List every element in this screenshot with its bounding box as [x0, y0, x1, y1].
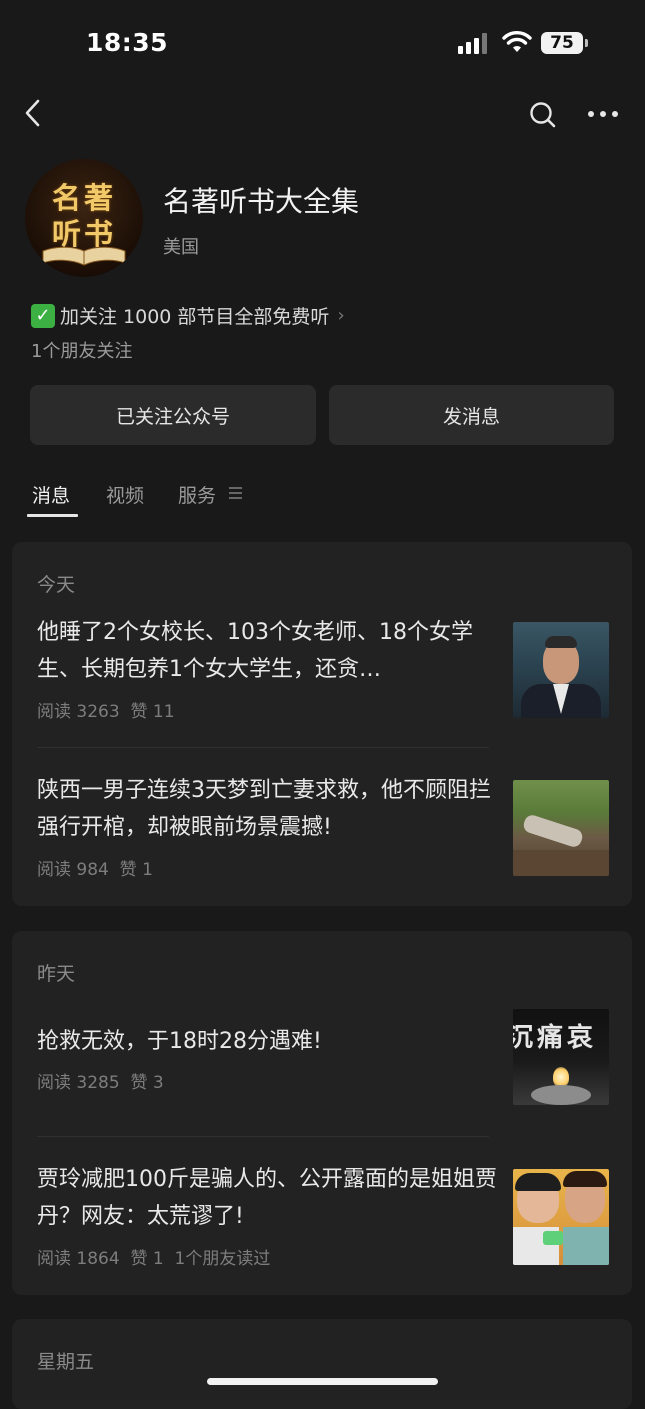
back-arrow-icon[interactable] — [22, 98, 44, 128]
read-count: 阅读 984 — [37, 860, 109, 880]
wifi-icon — [502, 31, 532, 52]
article-thumbnail: 沉痛哀 — [513, 1009, 609, 1105]
followed-button[interactable]: 已关注公众号 — [30, 385, 316, 445]
article-item[interactable]: 陕西一男子连续3天梦到亡妻求救，他不顾阻拦强行开棺，却被眼前场景震撼! 阅读 9… — [12, 770, 632, 885]
search-icon[interactable] — [528, 100, 558, 130]
message-group-today: 今天 他睡了2个女校长、103个女老师、18个女学生、长期包养1个女大学生，还贪… — [12, 542, 632, 906]
cellular-signal-icon — [458, 32, 490, 54]
article-item[interactable]: 他睡了2个女校长、103个女老师、18个女学生、长期包养1个女大学生，还贪… 阅… — [12, 612, 632, 727]
more-options-icon[interactable] — [587, 108, 619, 120]
date-label: 今天 — [37, 574, 76, 596]
tab-services[interactable]: 服务 — [178, 481, 216, 508]
article-meta: 阅读 3263 赞 11 — [37, 697, 175, 722]
open-book-icon — [42, 246, 126, 266]
article-item[interactable]: 贾玲减肥100斤是骗人的、公开露面的是姐姐贾丹？网友：太荒谬了! 阅读 1864… — [12, 1159, 632, 1274]
status-time: 18:35 — [86, 28, 169, 57]
like-count: 赞 1 — [130, 1249, 164, 1269]
active-tab-underline — [27, 514, 78, 517]
like-count: 赞 3 — [130, 1073, 164, 1093]
read-count: 阅读 3285 — [37, 1073, 120, 1093]
home-indicator — [207, 1378, 438, 1385]
check-mark-icon: ✓ — [31, 303, 55, 328]
message-group-friday: 星期五 — [12, 1319, 632, 1409]
article-thumbnail — [513, 780, 609, 876]
article-title: 抢救无效，于18时28分遇难! — [37, 1029, 322, 1054]
read-count: 阅读 3263 — [37, 702, 120, 722]
promo-text: 加关注 1000 部节目全部免费听 — [60, 306, 330, 328]
article-title: 贾玲减肥100斤是骗人的、公开露面的是姐姐贾丹？网友：太荒谬了! — [37, 1167, 497, 1229]
article-thumbnail — [513, 622, 609, 718]
date-label: 星期五 — [37, 1351, 95, 1373]
article-item[interactable]: 抢救无效，于18时28分遇难! 阅读 3285 赞 3 沉痛哀 — [12, 1009, 632, 1121]
like-count: 赞 1 — [119, 860, 153, 880]
article-title: 陕西一男子连续3天梦到亡妻求救，他不顾阻拦强行开棺，却被眼前场景震撼! — [37, 778, 491, 840]
date-label: 昨天 — [37, 963, 76, 985]
follow-promo-link[interactable]: ✓ 加关注 1000 部节目全部免费听 › — [31, 302, 345, 329]
account-avatar[interactable]: 名著 听书 — [25, 159, 143, 277]
chevron-right-icon: › — [337, 305, 345, 326]
message-group-yesterday: 昨天 抢救无效，于18时28分遇难! 阅读 3285 赞 3 沉痛哀 贾玲减肥1… — [12, 931, 632, 1295]
divider — [37, 747, 489, 748]
tab-messages[interactable]: 消息 — [32, 481, 70, 508]
menu-icon[interactable] — [229, 487, 242, 502]
divider — [37, 1136, 489, 1137]
article-title: 他睡了2个女校长、103个女老师、18个女学生、长期包养1个女大学生，还贪… — [37, 620, 473, 682]
article-meta: 阅读 1864 赞 1 1个朋友读过 — [37, 1244, 270, 1269]
read-count: 阅读 1864 — [37, 1249, 120, 1269]
battery-indicator: 75 — [541, 32, 583, 54]
battery-tip — [585, 39, 588, 47]
friends-following: 1个朋友关注 — [31, 341, 133, 362]
account-name: 名著听书大全集 — [163, 185, 360, 218]
friends-read: 1个朋友读过 — [174, 1249, 271, 1269]
article-thumbnail — [513, 1169, 609, 1265]
like-count: 赞 11 — [130, 702, 175, 722]
article-meta: 阅读 3285 赞 3 — [37, 1068, 164, 1093]
thumbnail-text: 沉痛哀 — [513, 1023, 598, 1053]
send-message-button[interactable]: 发消息 — [329, 385, 614, 445]
account-region: 美国 — [163, 237, 199, 258]
tab-videos[interactable]: 视频 — [106, 481, 144, 508]
article-meta: 阅读 984 赞 1 — [37, 855, 153, 880]
